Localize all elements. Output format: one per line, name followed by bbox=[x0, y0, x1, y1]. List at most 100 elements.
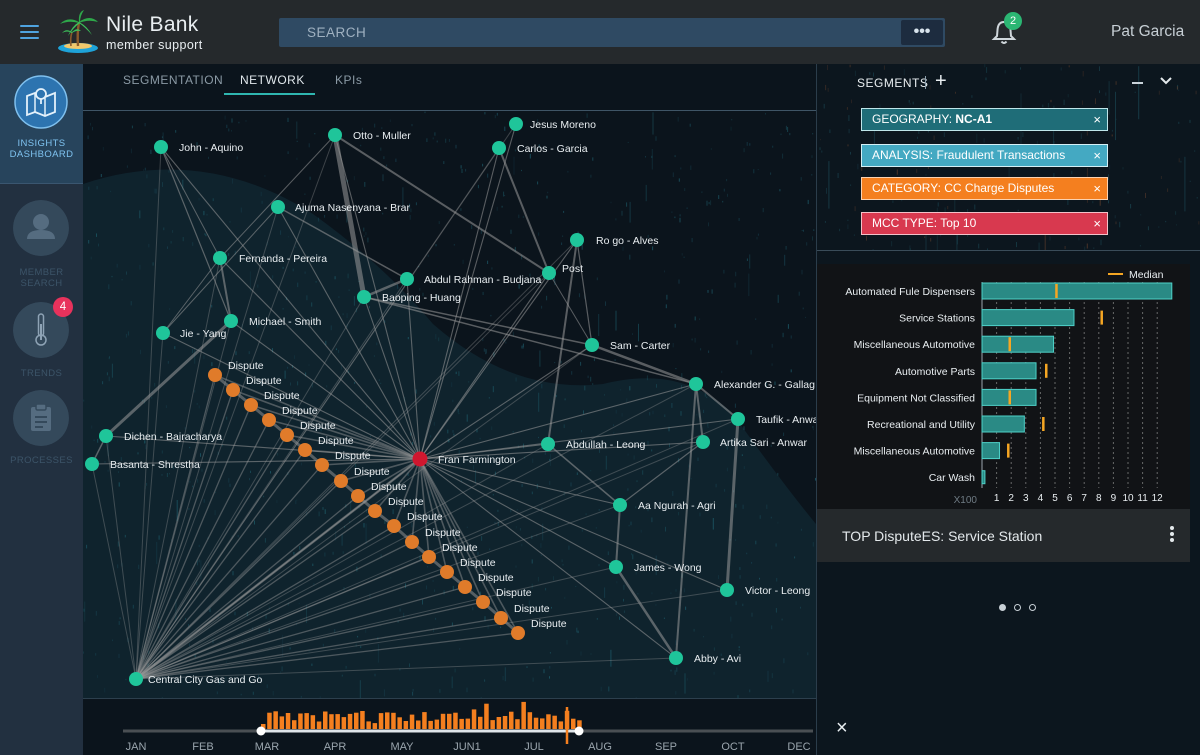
dispute-node[interactable] bbox=[315, 458, 329, 472]
segment-chip[interactable]: GEOGRAPHY: NC-A1 × bbox=[861, 108, 1108, 131]
timeline-bar bbox=[341, 717, 347, 729]
chart-bar[interactable] bbox=[981, 442, 1001, 460]
remove-chip-icon[interactable]: × bbox=[1093, 178, 1101, 199]
dispute-node[interactable] bbox=[387, 519, 401, 533]
dispute-node[interactable] bbox=[334, 474, 348, 488]
dispute-label: Dispute bbox=[282, 405, 318, 417]
chart-bar[interactable] bbox=[981, 362, 1037, 380]
dispute-node[interactable] bbox=[298, 443, 312, 457]
dispute-node[interactable] bbox=[511, 626, 525, 640]
segment-chip-prefix: ANALYSIS: bbox=[872, 148, 937, 162]
chart-bar[interactable] bbox=[981, 335, 1055, 353]
add-segment-plus-icon[interactable]: + bbox=[935, 71, 947, 91]
dispute-node[interactable] bbox=[476, 595, 490, 609]
timeline-bar bbox=[316, 721, 322, 729]
chart-bar[interactable] bbox=[981, 415, 1025, 433]
search-options-button[interactable]: ••• bbox=[901, 20, 943, 45]
timeline-range-end-handle[interactable] bbox=[574, 726, 584, 736]
pager-dot-1[interactable] bbox=[999, 604, 1006, 611]
member-node[interactable] bbox=[720, 583, 734, 597]
member-label: Central City Gas and Go bbox=[148, 674, 263, 686]
member-node[interactable] bbox=[224, 314, 238, 328]
timeline-bar bbox=[267, 712, 272, 729]
member-node[interactable] bbox=[156, 326, 170, 340]
segments-divider bbox=[817, 250, 1200, 251]
chart-bar[interactable] bbox=[981, 309, 1075, 327]
dispute-node[interactable] bbox=[440, 565, 454, 579]
member-node[interactable] bbox=[613, 498, 627, 512]
dispute-node[interactable] bbox=[494, 611, 508, 625]
member-node[interactable] bbox=[357, 290, 371, 304]
dispute-node[interactable] bbox=[262, 413, 276, 427]
timeline-range-start-handle[interactable] bbox=[256, 726, 266, 736]
timeline-bar bbox=[521, 701, 526, 729]
dispute-label: Dispute bbox=[407, 511, 443, 523]
member-node[interactable] bbox=[328, 128, 342, 142]
remove-chip-icon[interactable]: × bbox=[1093, 109, 1101, 130]
hamburger-menu-icon[interactable] bbox=[20, 25, 39, 39]
nav-item-insights-dashboard[interactable]: INSIGHTS DASHBOARD bbox=[0, 64, 83, 184]
close-timeline-icon[interactable]: × bbox=[836, 718, 848, 738]
member-node[interactable] bbox=[85, 457, 99, 471]
timeline-histogram[interactable]: JAN FEB MAR APR MAY JUN1 JUL AUG SEP OCT DEC bbox=[83, 699, 816, 755]
hub-node[interactable] bbox=[412, 451, 428, 467]
member-node[interactable] bbox=[129, 672, 143, 686]
remove-chip-icon[interactable]: × bbox=[1093, 213, 1101, 234]
timeline-bar bbox=[372, 723, 378, 729]
dispute-node[interactable] bbox=[422, 550, 436, 564]
member-node[interactable] bbox=[696, 435, 710, 449]
search-bar: ••• bbox=[279, 18, 945, 47]
chart-category-label: Car Wash bbox=[929, 472, 975, 484]
member-node[interactable] bbox=[509, 117, 523, 131]
dispute-label: Dispute bbox=[478, 572, 514, 584]
member-node[interactable] bbox=[154, 140, 168, 154]
member-node[interactable] bbox=[541, 437, 555, 451]
member-node[interactable] bbox=[585, 338, 599, 352]
member-node[interactable] bbox=[492, 141, 506, 155]
dispute-node[interactable] bbox=[208, 368, 222, 382]
chevron-down-icon[interactable] bbox=[1159, 76, 1173, 86]
search-input[interactable] bbox=[279, 18, 899, 47]
segment-chip[interactable]: CATEGORY: CC Charge Disputes × bbox=[861, 177, 1108, 200]
member-label: James - Wong bbox=[634, 562, 702, 574]
chart-xtick-label: 5 bbox=[1052, 493, 1058, 504]
chart-bar[interactable] bbox=[981, 470, 986, 485]
chart-xtick-label: 4 bbox=[1038, 493, 1044, 504]
dispute-node[interactable] bbox=[226, 383, 240, 397]
dispute-node[interactable] bbox=[368, 504, 382, 518]
dispute-node[interactable] bbox=[280, 428, 294, 442]
user-name[interactable]: Pat Garcia bbox=[1111, 23, 1184, 41]
segment-chip[interactable]: ANALYSIS: Fraudulent Transactions × bbox=[861, 144, 1108, 167]
member-node[interactable] bbox=[213, 251, 227, 265]
member-node[interactable] bbox=[609, 560, 623, 574]
member-search-user-icon[interactable] bbox=[13, 200, 69, 256]
dispute-node[interactable] bbox=[244, 398, 258, 412]
pager-dot-2[interactable] bbox=[1014, 604, 1021, 611]
dispute-node[interactable] bbox=[458, 580, 472, 594]
segment-chip[interactable]: MCC TYPE: Top 10 × bbox=[861, 212, 1108, 235]
member-node[interactable] bbox=[271, 200, 285, 214]
chart-bar[interactable] bbox=[981, 282, 1173, 300]
remove-chip-icon[interactable]: × bbox=[1093, 145, 1101, 166]
clipboard-processes-icon[interactable] bbox=[13, 390, 69, 446]
network-graph[interactable]: Dispute Dispute Dispute Dispute Dispute Dispu… bbox=[83, 64, 816, 698]
member-node[interactable] bbox=[689, 377, 703, 391]
network-panel: SEGMENTATION NETWORK KPIs Dispute Dispute… bbox=[83, 64, 816, 698]
member-node[interactable] bbox=[731, 412, 745, 426]
minimize-segments-icon[interactable] bbox=[1132, 82, 1143, 84]
member-node[interactable] bbox=[542, 266, 556, 280]
member-node[interactable] bbox=[570, 233, 584, 247]
network-edge bbox=[135, 586, 466, 680]
dispute-label: Dispute bbox=[228, 360, 264, 372]
more-options-icon[interactable] bbox=[1170, 526, 1176, 546]
pager-dot-3[interactable] bbox=[1029, 604, 1036, 611]
member-node[interactable] bbox=[669, 651, 683, 665]
member-node[interactable] bbox=[400, 272, 414, 286]
dispute-node[interactable] bbox=[351, 489, 365, 503]
top-bar: Nile Bank member support ••• 2 Pat Garci… bbox=[0, 0, 1200, 64]
dispute-node[interactable] bbox=[405, 535, 419, 549]
palm-tree-logo-icon bbox=[58, 10, 98, 53]
timeline-month-label: JUL bbox=[524, 741, 544, 753]
member-node[interactable] bbox=[99, 429, 113, 443]
member-label: Abby - Avi bbox=[694, 653, 741, 665]
